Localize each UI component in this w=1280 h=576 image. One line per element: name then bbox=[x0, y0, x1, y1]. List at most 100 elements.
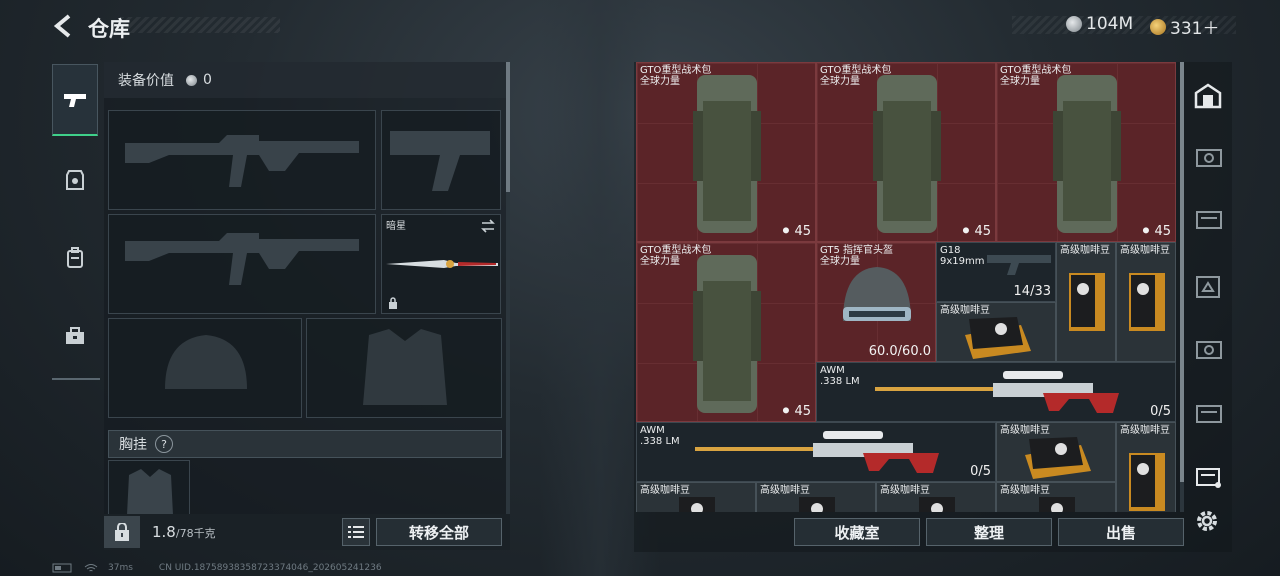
coffee-bag-icon bbox=[1069, 273, 1105, 331]
item-sniper-rifle[interactable]: AWM .338 LM 0/5 bbox=[816, 362, 1176, 422]
tab-storage-5[interactable] bbox=[1186, 384, 1230, 440]
item-ammo: 0/5 bbox=[1150, 404, 1171, 419]
storage-box-icon bbox=[1196, 276, 1220, 298]
item-count: ⚫ 45 bbox=[780, 224, 811, 239]
coffee-bag-icon bbox=[1025, 437, 1091, 479]
help-button[interactable]: ? bbox=[155, 435, 173, 453]
item-coffee[interactable]: 高级咖啡豆 bbox=[876, 482, 996, 512]
tab-storage-6[interactable] bbox=[1186, 448, 1230, 504]
weight-value: 1.8 bbox=[152, 523, 176, 541]
carry-weight: 1.8/78千克 bbox=[152, 523, 216, 541]
coffee-bag-icon bbox=[799, 497, 835, 512]
item-name: AWM .338 LM bbox=[640, 425, 680, 447]
status-bar: 37ms CN UID.18758938358723374046_2026052… bbox=[52, 563, 382, 573]
tab-storage-4[interactable] bbox=[1186, 320, 1230, 376]
item-name: G18 9x19mm bbox=[940, 245, 985, 267]
item-sniper-rifle[interactable]: AWM .338 LM 0/5 bbox=[636, 422, 996, 482]
item-coffee[interactable]: 高级咖啡豆 bbox=[636, 482, 756, 512]
sell-button[interactable]: 出售 bbox=[1058, 518, 1184, 546]
primary-weapon-slot[interactable] bbox=[108, 110, 376, 210]
collection-room-button[interactable]: 收藏室 bbox=[794, 518, 920, 546]
item-name: 高级咖啡豆 bbox=[1060, 245, 1110, 256]
wifi-icon bbox=[84, 564, 98, 572]
chest-rig-header: 胸挂 ? bbox=[108, 430, 502, 458]
storage-box-icon bbox=[1196, 341, 1222, 359]
item-count: ⚫ 45 bbox=[780, 404, 811, 419]
item-ammo: 14/33 bbox=[1013, 284, 1051, 299]
pistol-silhouette-icon bbox=[390, 131, 490, 191]
coffee-bag-icon bbox=[1129, 453, 1165, 511]
item-durability: 60.0/60.0 bbox=[868, 344, 931, 359]
loadout-scroll-thumb[interactable] bbox=[506, 62, 510, 192]
sniper-rifle-icon bbox=[875, 371, 1119, 413]
storage-box-icon bbox=[1196, 149, 1222, 167]
item-name: 高级咖啡豆 bbox=[1120, 425, 1170, 436]
item-coffee[interactable]: 高级咖啡豆 bbox=[996, 422, 1116, 482]
rifle-silhouette-icon bbox=[125, 135, 359, 187]
storage-scroll-thumb[interactable] bbox=[1180, 62, 1184, 482]
item-coffee[interactable]: 高级咖啡豆 bbox=[936, 302, 1056, 362]
item-coffee[interactable]: 高级咖啡豆 bbox=[996, 482, 1116, 512]
gold-coin-icon bbox=[1150, 18, 1166, 35]
safe-box-button[interactable] bbox=[104, 516, 140, 548]
storage-grid: GTO重型战术包 全球力量 ⚫ 45 GTO重型战术包 全球力量 ⚫ 45 GTO重型战… bbox=[636, 62, 1178, 512]
item-backpack[interactable]: GTO重型战术包 全球力量 ⚫ 45 bbox=[636, 62, 816, 242]
armor-icon bbox=[66, 170, 84, 190]
currency-gold[interactable]: 331＋ bbox=[1150, 14, 1219, 39]
currency-silver: 104M bbox=[1066, 14, 1133, 34]
storage-scrollbar[interactable] bbox=[1180, 62, 1184, 512]
loadout-scrollbar[interactable] bbox=[506, 62, 510, 514]
list-view-button[interactable] bbox=[342, 518, 370, 546]
coffee-bag-icon bbox=[1129, 273, 1165, 331]
item-name: 高级咖啡豆 bbox=[1120, 245, 1170, 256]
tab-storage-all[interactable] bbox=[1186, 68, 1230, 124]
item-coffee[interactable]: 高级咖啡豆 bbox=[1116, 422, 1176, 512]
tab-weapons[interactable] bbox=[52, 64, 98, 136]
coffee-bag-icon bbox=[965, 317, 1031, 359]
chest-rig-label: 胸挂 bbox=[119, 437, 147, 453]
backpack-item-icon bbox=[693, 255, 761, 413]
pistol-slot[interactable] bbox=[381, 110, 501, 210]
knife-icon bbox=[386, 260, 498, 268]
organize-button[interactable]: 整理 bbox=[926, 518, 1052, 546]
pistol-item-icon bbox=[987, 255, 1051, 275]
body-armor-slot[interactable] bbox=[306, 318, 502, 418]
back-button[interactable] bbox=[52, 12, 76, 40]
chest-rig-slot[interactable] bbox=[108, 460, 190, 515]
secondary-weapon-slot[interactable] bbox=[108, 214, 376, 314]
battery-icon bbox=[52, 563, 72, 573]
toolbox-icon bbox=[66, 327, 84, 344]
sniper-rifle-icon bbox=[695, 431, 939, 473]
list-icon bbox=[348, 526, 364, 538]
gear-icon[interactable] bbox=[1194, 508, 1220, 534]
item-helmet[interactable]: GT5 指挥官头盔 全球力量 60.0/60.0 bbox=[816, 242, 936, 362]
item-coffee[interactable]: 高级咖啡豆 bbox=[756, 482, 876, 512]
helmet-slot[interactable] bbox=[108, 318, 302, 418]
equipment-value-header: 装备价值 0 bbox=[104, 62, 508, 98]
tab-storage-3[interactable] bbox=[1186, 258, 1230, 314]
item-coffee[interactable]: 高级咖啡豆 bbox=[1116, 242, 1176, 362]
item-backpack[interactable]: GTO重型战术包 全球力量 ⚫ 45 bbox=[996, 62, 1176, 242]
tab-storage-1[interactable] bbox=[1186, 128, 1230, 184]
tab-armor[interactable] bbox=[52, 144, 98, 216]
item-pistol[interactable]: G18 9x19mm 14/33 bbox=[936, 242, 1056, 302]
tab-toolbox[interactable] bbox=[52, 300, 98, 372]
coffee-bag-icon bbox=[1039, 497, 1075, 512]
item-ammo: 0/5 bbox=[970, 464, 991, 479]
helmet-item-icon bbox=[843, 267, 911, 321]
tab-backpack[interactable] bbox=[52, 222, 98, 294]
safe-icon bbox=[115, 523, 129, 541]
rifle-silhouette-icon bbox=[125, 233, 359, 285]
tab-storage-2[interactable] bbox=[1186, 190, 1230, 246]
backpack-icon bbox=[67, 247, 83, 268]
transfer-all-button[interactable]: 转移全部 bbox=[376, 518, 502, 546]
melee-slot[interactable]: 暗星 bbox=[381, 214, 501, 314]
backpack-item-icon bbox=[693, 75, 761, 233]
item-backpack[interactable]: GTO重型战术包 全球力量 ⚫ 45 bbox=[816, 62, 996, 242]
item-backpack[interactable]: GTO重型战术包 全球力量 ⚫ 45 bbox=[636, 242, 816, 422]
item-coffee[interactable]: 高级咖啡豆 bbox=[1056, 242, 1116, 362]
backpack-item-icon bbox=[873, 75, 941, 233]
back-arrow-icon bbox=[53, 14, 71, 38]
item-name: AWM .338 LM bbox=[820, 365, 860, 387]
currency-gold-value: 331＋ bbox=[1170, 19, 1220, 39]
